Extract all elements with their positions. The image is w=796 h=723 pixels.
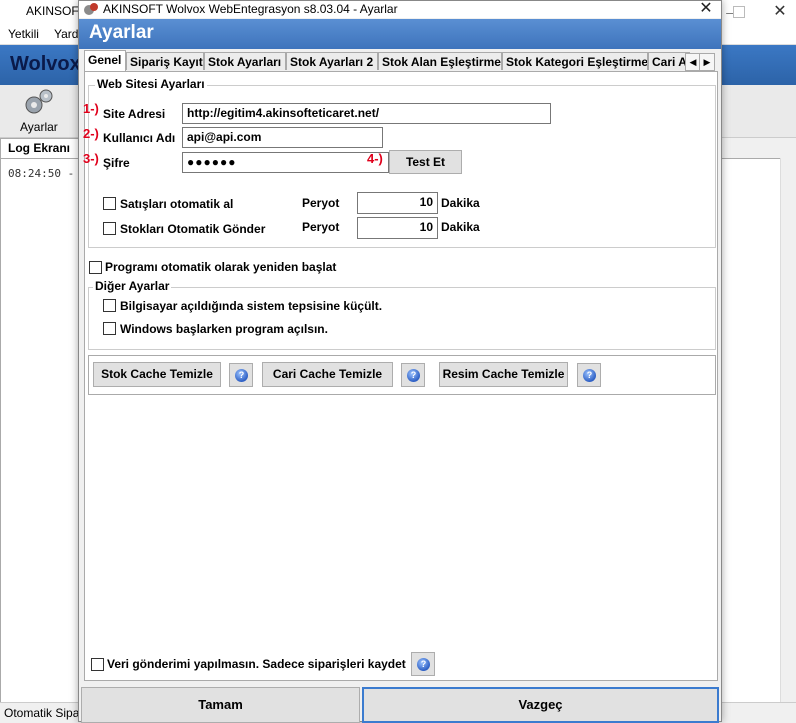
- auto-sales-label: Satışları otomatik al: [120, 197, 234, 211]
- auto-restart-label: Programı otomatik olarak yeniden başlat: [105, 260, 337, 274]
- help-icon: ?: [583, 369, 596, 382]
- web-settings-label: Web Sitesi Ayarları: [95, 77, 207, 91]
- settings-dialog: AKINSOFT Wolvox WebEntegrasyon s8.03.04 …: [78, 0, 722, 723]
- customer-cache-help-button[interactable]: ?: [401, 363, 425, 387]
- auto-stock-label: Stokları Otomatik Gönder: [120, 222, 266, 236]
- app-logo-icon: [84, 3, 98, 15]
- tab-stok-ayarlari[interactable]: Stok Ayarları: [204, 52, 286, 70]
- tab-stok-kategori-esle[interactable]: Stok Kategori Eşleştirme: [502, 52, 648, 70]
- clear-image-cache-button[interactable]: Resim Cache Temizle: [439, 362, 568, 387]
- no-send-checkbox[interactable]: [91, 658, 104, 671]
- dialog-titlebar: AKINSOFT Wolvox WebEntegrasyon s8.03.04 …: [79, 0, 721, 19]
- period-unit-1: Dakika: [441, 196, 480, 210]
- other-settings-group: [88, 287, 716, 350]
- site-address-label: Site Adresi: [103, 107, 166, 121]
- help-icon: ?: [407, 369, 420, 382]
- gears-icon[interactable]: [22, 87, 56, 117]
- password-input[interactable]: ●●●●●●: [182, 152, 389, 173]
- period-input-1[interactable]: 10: [357, 192, 438, 214]
- auto-stock-checkbox[interactable]: [103, 222, 116, 235]
- username-label: Kullanıcı Adı: [103, 131, 176, 145]
- clear-stock-cache-button[interactable]: Stok Cache Temizle: [93, 362, 221, 387]
- log-tab[interactable]: Log Ekranı: [0, 138, 80, 159]
- minimize-to-tray-label: Bilgisayar açıldığında sistem tepsisine …: [120, 299, 383, 313]
- password-label: Şifre: [103, 156, 130, 170]
- auto-sales-checkbox[interactable]: [103, 197, 116, 210]
- tab-cari-ayarlar[interactable]: Cari Ay: [648, 52, 690, 70]
- minimize-to-tray-checkbox[interactable]: [103, 299, 116, 312]
- annotation-3: 3-): [83, 151, 99, 166]
- background-title: AKINSOFT: [26, 4, 87, 18]
- tab-siparis-kayit[interactable]: Sipariş Kayıt: [126, 52, 204, 70]
- close-icon[interactable]: ✕: [765, 2, 795, 22]
- log-tab-label: Log Ekranı: [8, 141, 71, 155]
- tab-strip: Genel Sipariş Kayıt Stok Ayarları Stok A…: [84, 50, 718, 71]
- period-label-1: Peryot: [302, 196, 340, 210]
- annotation-1: 1-): [83, 101, 99, 116]
- period-unit-2: Dakika: [441, 220, 480, 234]
- annotation-4: 4-): [367, 151, 383, 166]
- no-send-label: Veri gönderimi yapılmasın. Sadece sipari…: [107, 657, 406, 671]
- test-connection-button[interactable]: Test Et: [389, 150, 462, 174]
- clear-customer-cache-button[interactable]: Cari Cache Temizle: [262, 362, 393, 387]
- period-input-2[interactable]: 10: [357, 217, 438, 239]
- tab-stok-alan-esle[interactable]: Stok Alan Eşleştirme: [378, 52, 502, 70]
- help-icon: ?: [235, 369, 248, 382]
- cancel-button[interactable]: Vazgeç: [362, 687, 719, 723]
- no-send-help-button[interactable]: ?: [411, 652, 435, 676]
- banner-title: Wolvox: [10, 53, 81, 75]
- stock-cache-help-button[interactable]: ?: [229, 363, 253, 387]
- run-on-startup-label: Windows başlarken program açılsın.: [120, 322, 328, 336]
- username-input[interactable]: api@api.com: [182, 127, 383, 148]
- other-settings-label: Diğer Ayarlar: [93, 279, 172, 293]
- maximize-icon[interactable]: [733, 6, 745, 18]
- image-cache-help-button[interactable]: ?: [577, 363, 601, 387]
- tab-panel-genel: Web Sitesi Ayarları 1-) Site Adresi http…: [83, 71, 718, 681]
- dialog-close-icon[interactable]: ✕: [693, 0, 719, 19]
- log-line: 08:24:50 -: [8, 167, 75, 180]
- site-address-input[interactable]: http://egitim4.akinsofteticaret.net/: [182, 103, 551, 124]
- toolbar-settings-label[interactable]: Ayarlar: [20, 120, 58, 134]
- menu-yetkili[interactable]: Yetkili: [8, 27, 39, 41]
- run-on-startup-checkbox[interactable]: [103, 322, 116, 335]
- log-scrollbar[interactable]: [780, 158, 796, 702]
- dialog-header: Ayarlar: [79, 19, 721, 49]
- period-label-2: Peryot: [302, 220, 340, 234]
- help-icon: ?: [417, 658, 430, 671]
- annotation-2: 2-): [83, 126, 99, 141]
- dialog-header-title: Ayarlar: [89, 22, 154, 43]
- auto-restart-checkbox[interactable]: [89, 261, 102, 274]
- dialog-title: AKINSOFT Wolvox WebEntegrasyon s8.03.04 …: [103, 2, 398, 16]
- tab-genel[interactable]: Genel: [84, 50, 126, 71]
- status-text: Otomatik Sipa: [4, 706, 80, 720]
- tab-stok-ayarlari-2[interactable]: Stok Ayarları 2: [286, 52, 378, 70]
- tab-scroll-right-icon[interactable]: ▶: [699, 53, 715, 71]
- ok-button[interactable]: Tamam: [81, 687, 360, 723]
